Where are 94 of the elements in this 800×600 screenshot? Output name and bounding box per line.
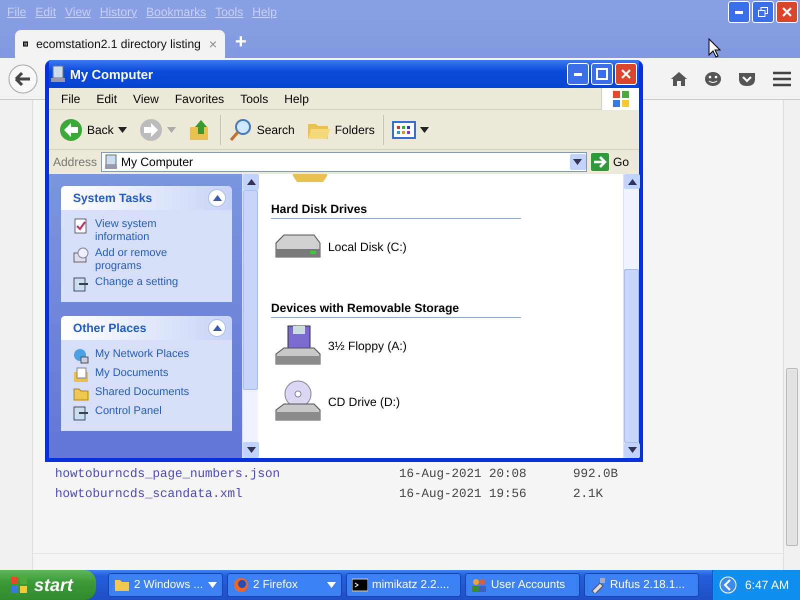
close-icon <box>782 7 792 17</box>
date-cell-text: 16-Aug-2021 20:08 <box>399 467 528 481</box>
close-button[interactable] <box>615 63 637 85</box>
chevron-up-icon <box>212 325 222 331</box>
task-link[interactable]: Control Panel <box>73 405 224 421</box>
clock: 6:47 AM <box>745 578 790 592</box>
go-button[interactable]: Go <box>590 152 635 172</box>
task-link[interactable]: View system information <box>73 218 224 244</box>
panel-title: Other Places <box>73 321 146 335</box>
mouse-cursor-icon <box>708 38 722 58</box>
drive-item[interactable]: Local Disk (C:) <box>271 219 623 275</box>
taskbar-button[interactable]: mimikatz 2.2.... <box>346 573 461 597</box>
windows-logo-icon <box>10 576 28 594</box>
task-link[interactable]: Change a setting <box>73 276 224 292</box>
chevron-up-icon <box>246 179 256 185</box>
start-button[interactable]: start <box>0 570 96 600</box>
control-panel-icon <box>73 405 89 421</box>
menu-item[interactable]: Edit <box>88 92 126 106</box>
minimize-icon <box>574 72 582 76</box>
close-icon <box>621 69 631 79</box>
section-heading: Devices with Removable Storage <box>271 275 521 318</box>
address-field[interactable]: My Computer <box>101 152 587 172</box>
chevron-down-icon <box>118 126 127 132</box>
documents-folder-icon <box>73 367 89 383</box>
restore-button[interactable] <box>752 1 774 23</box>
windows-logo-icon <box>612 90 630 108</box>
drive-item[interactable]: 3½ Floppy (A:) <box>271 318 623 374</box>
date-cell-text: 16-Aug-2021 19:56 <box>399 487 528 501</box>
menu-icon[interactable] <box>772 70 792 86</box>
globe-icon <box>233 577 249 593</box>
usb-drive-icon <box>590 577 606 593</box>
drive-item[interactable]: CD Drive (D:) <box>271 374 623 430</box>
chevron-down-icon <box>628 447 636 454</box>
view-grid-icon <box>392 120 416 140</box>
window-title: My Computer <box>70 66 154 82</box>
menu-item[interactable]: Favorites <box>166 92 232 106</box>
file-link[interactable]: howtoburncds_page_numbers.json <box>55 467 399 481</box>
new-tab-button[interactable]: + <box>235 31 247 54</box>
taskbar-button[interactable]: User Accounts <box>465 573 580 597</box>
document-check-icon <box>73 218 89 234</box>
chevron-up-icon <box>212 195 222 201</box>
task-link[interactable]: My Network Places <box>73 348 224 364</box>
folder-icon <box>114 577 130 593</box>
menu-item[interactable]: Help <box>276 92 317 106</box>
taskbar-button[interactable]: Rufus 2.18.1... <box>584 573 699 597</box>
folders-button[interactable]: Folders <box>302 114 379 146</box>
home-icon[interactable] <box>670 70 688 86</box>
chevron-down-icon <box>246 447 256 453</box>
search-icon <box>228 118 253 142</box>
chevron-down-icon <box>573 159 582 165</box>
tab-close-button[interactable]: × <box>208 36 217 52</box>
task-link[interactable]: My Documents <box>73 367 224 383</box>
minimize-icon <box>735 10 743 14</box>
users-icon <box>471 577 487 593</box>
maximize-icon <box>596 68 608 80</box>
restore-icon <box>758 7 768 17</box>
computer-icon <box>105 154 118 170</box>
pocket-icon[interactable] <box>738 70 756 86</box>
menu-item[interactable]: Tools <box>232 92 276 106</box>
chevron-down-icon <box>420 126 429 132</box>
section-heading: Hard Disk Drives <box>271 182 521 219</box>
chevron-down-icon <box>166 126 176 132</box>
control-panel-icon <box>73 276 89 292</box>
minimize-button[interactable] <box>728 1 750 23</box>
browser-tab[interactable]: ecomstation2.1 directory listing × <box>15 30 225 58</box>
smiley-icon[interactable] <box>704 70 722 86</box>
size-cell-text: 2.1K <box>573 487 604 501</box>
taskbar-button[interactable]: 2 Windows ... <box>108 573 223 597</box>
task-link[interactable]: Shared Documents <box>73 386 224 402</box>
minimize-button[interactable] <box>567 63 589 85</box>
task-link[interactable]: Add or remove programs <box>73 247 224 273</box>
chevron-left-icon[interactable] <box>719 576 737 594</box>
dropdown-button[interactable] <box>570 154 586 170</box>
collapse-button[interactable] <box>208 189 226 207</box>
menu-item[interactable]: File <box>53 92 88 106</box>
collapse-button[interactable] <box>208 319 226 337</box>
chevron-up-icon <box>628 178 636 185</box>
size-cell-text: 992.0B <box>573 467 620 481</box>
folder-icon <box>73 386 89 402</box>
maximize-button[interactable] <box>591 63 613 85</box>
file-link[interactable]: howtoburncds_scandata.xml <box>55 487 399 501</box>
globe-computer-icon <box>73 348 89 364</box>
close-button[interactable] <box>776 1 798 23</box>
panel-title: System Tasks <box>73 191 152 205</box>
arrow-right-icon <box>590 153 609 171</box>
back-button[interactable]: Back <box>55 114 131 146</box>
taskbar-button[interactable]: 2 Firefox <box>227 573 342 597</box>
console-icon <box>352 577 368 593</box>
cd-box-icon <box>73 247 89 263</box>
back-button[interactable] <box>8 64 38 94</box>
menu-item[interactable]: View <box>125 92 167 106</box>
computer-icon <box>51 65 65 83</box>
search-button[interactable]: Search <box>224 114 299 146</box>
address-label: Address <box>53 155 98 169</box>
